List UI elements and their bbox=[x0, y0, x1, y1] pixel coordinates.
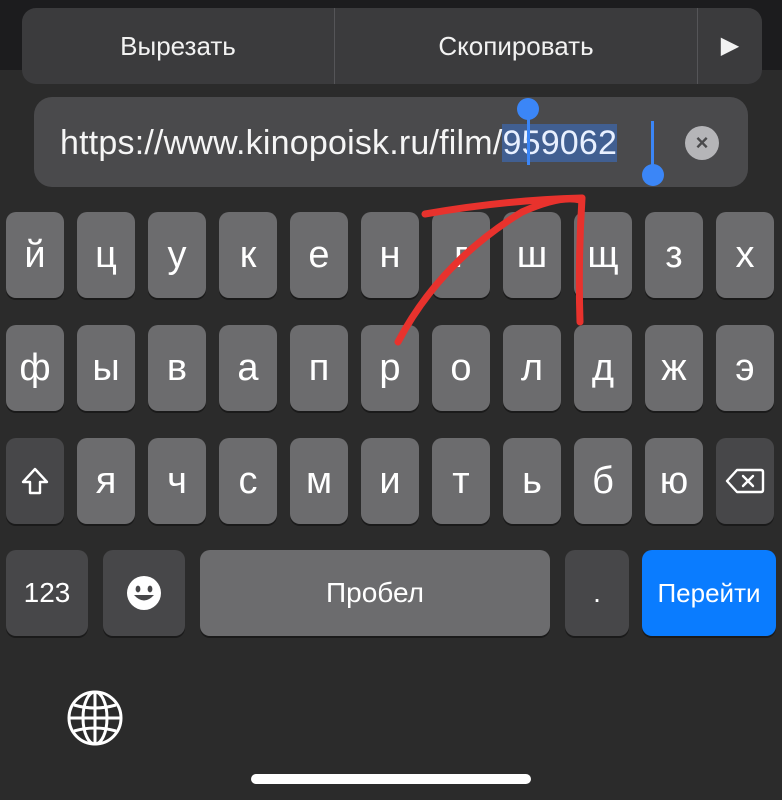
home-indicator[interactable] bbox=[251, 774, 531, 784]
key-row1-4[interactable]: к bbox=[219, 212, 277, 298]
key-row2-6[interactable]: р bbox=[361, 325, 419, 411]
copy-button[interactable]: Скопировать bbox=[335, 8, 697, 84]
key-row2-5[interactable]: п bbox=[290, 325, 348, 411]
more-options-button[interactable]: ▶ bbox=[698, 8, 762, 84]
key-row2-4[interactable]: а bbox=[219, 325, 277, 411]
key-row2-3[interactable]: в bbox=[148, 325, 206, 411]
key-row3-1[interactable]: я bbox=[77, 438, 135, 524]
key-row3-6[interactable]: т bbox=[432, 438, 490, 524]
key-row3-9[interactable]: ю bbox=[645, 438, 703, 524]
key-row2-11[interactable]: э bbox=[716, 325, 774, 411]
clear-icon[interactable]: × bbox=[685, 126, 719, 160]
url-bar[interactable]: https://www.kinopoisk.ru/film/959062 × bbox=[34, 97, 748, 187]
key-row1-6[interactable]: н bbox=[361, 212, 419, 298]
key-row1-2[interactable]: ц bbox=[77, 212, 135, 298]
emoji-icon bbox=[127, 576, 161, 610]
key-row1-11[interactable]: х bbox=[716, 212, 774, 298]
go-button[interactable]: Перейти bbox=[642, 550, 776, 636]
key-row3-7[interactable]: ь bbox=[503, 438, 561, 524]
emoji-key[interactable] bbox=[103, 550, 185, 636]
url-text-selected[interactable]: 959062 bbox=[502, 124, 618, 162]
selection-end-handle[interactable] bbox=[642, 164, 664, 186]
key-row1-3[interactable]: у bbox=[148, 212, 206, 298]
url-input[interactable]: https://www.kinopoisk.ru/film/959062 bbox=[60, 123, 618, 163]
cut-button[interactable]: Вырезать bbox=[22, 8, 334, 84]
backspace-icon bbox=[725, 468, 765, 494]
key-row1-10[interactable]: з bbox=[645, 212, 703, 298]
shift-key[interactable] bbox=[6, 438, 64, 524]
key-row2-1[interactable]: ф bbox=[6, 325, 64, 411]
key-row3-2[interactable]: ч bbox=[148, 438, 206, 524]
globe-icon[interactable] bbox=[66, 689, 124, 747]
url-text-prefix: https://www.kinopoisk.ru/film/ bbox=[60, 124, 503, 162]
key-row1-8[interactable]: ш bbox=[503, 212, 561, 298]
key-row3-8[interactable]: б bbox=[574, 438, 632, 524]
shift-icon bbox=[21, 467, 49, 495]
key-row1-5[interactable]: е bbox=[290, 212, 348, 298]
edit-context-menu: Вырезать Скопировать ▶ bbox=[22, 8, 762, 84]
key-row2-10[interactable]: ж bbox=[645, 325, 703, 411]
numbers-key[interactable]: 123 bbox=[6, 550, 88, 636]
key-row3-5[interactable]: и bbox=[361, 438, 419, 524]
key-row3-3[interactable]: с bbox=[219, 438, 277, 524]
key-row2-7[interactable]: о bbox=[432, 325, 490, 411]
key-row2-8[interactable]: л bbox=[503, 325, 561, 411]
key-row1-9[interactable]: щ bbox=[574, 212, 632, 298]
period-key[interactable]: . bbox=[565, 550, 629, 636]
key-row2-2[interactable]: ы bbox=[77, 325, 135, 411]
space-key[interactable]: Пробел bbox=[200, 550, 550, 636]
key-row1-7[interactable]: г bbox=[432, 212, 490, 298]
selection-start-caret bbox=[527, 117, 530, 165]
backspace-key[interactable] bbox=[716, 438, 774, 524]
key-row3-4[interactable]: м bbox=[290, 438, 348, 524]
key-row1-1[interactable]: й bbox=[6, 212, 64, 298]
key-row2-9[interactable]: д bbox=[574, 325, 632, 411]
